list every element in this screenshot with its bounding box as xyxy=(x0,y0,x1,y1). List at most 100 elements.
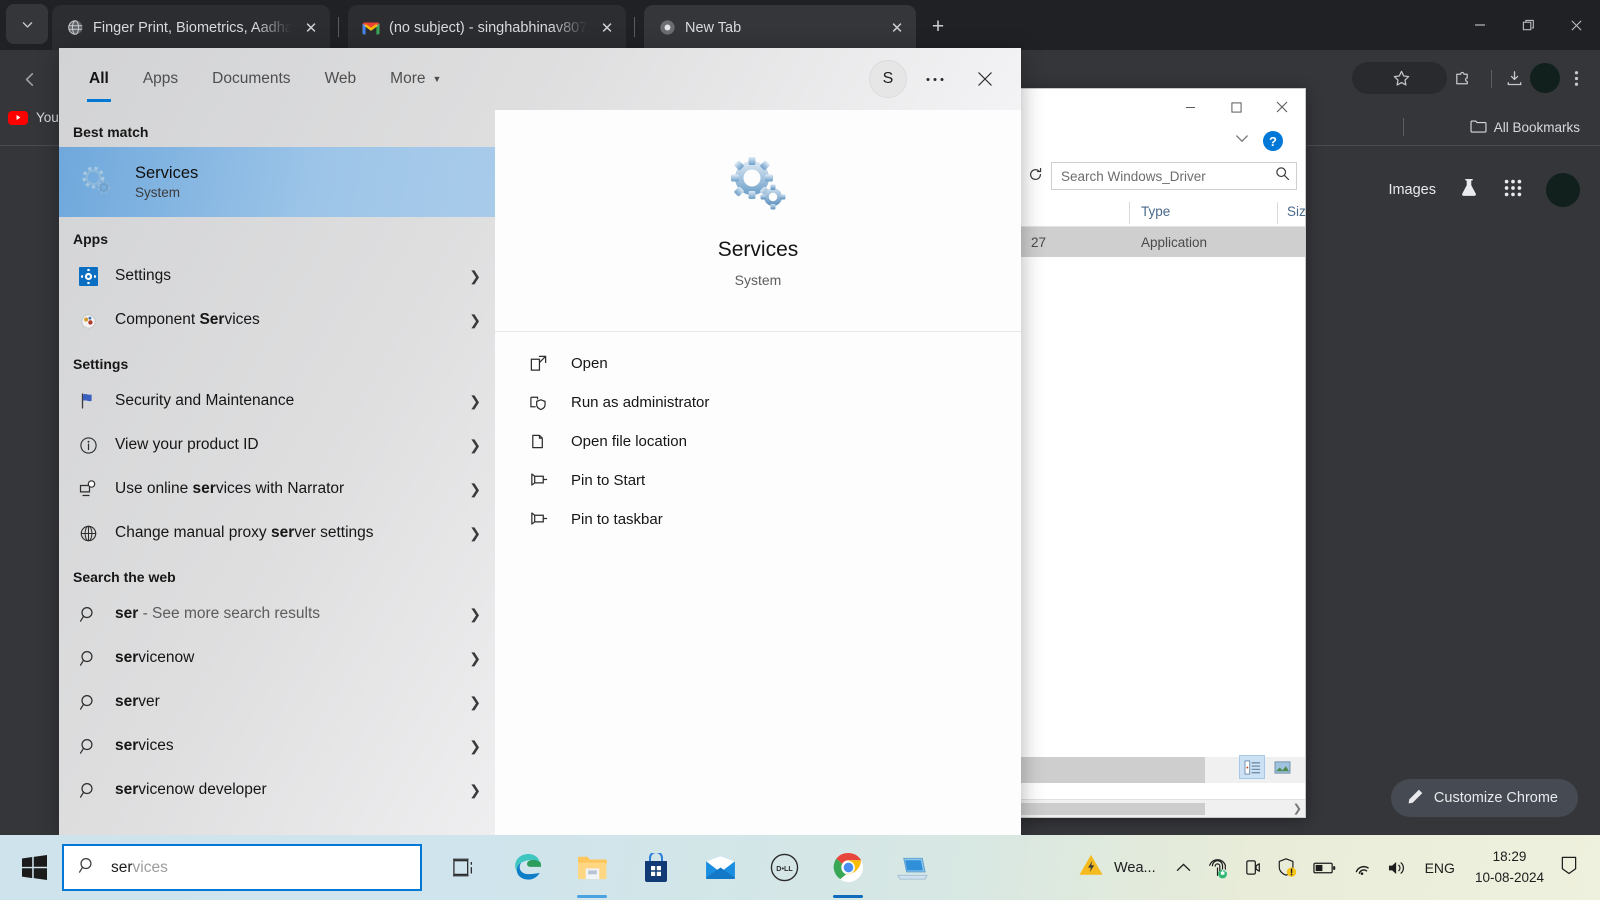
web-suggestion-2[interactable]: server ❯ xyxy=(59,680,495,724)
action-open[interactable]: Open xyxy=(495,344,1021,383)
chevron-right-icon[interactable]: ❯ xyxy=(469,481,481,498)
result-item-settings[interactable]: Settings ❯ xyxy=(59,254,495,298)
browser-tab-title: (no subject) - singhabhinav8074 xyxy=(389,19,587,36)
language-indicator[interactable]: ENG xyxy=(1415,860,1465,876)
browser-tab-2[interactable]: New Tab ✕ xyxy=(644,5,916,50)
profile-avatar[interactable] xyxy=(1530,63,1560,93)
scroll-right-arrow-icon[interactable]: ❯ xyxy=(1293,802,1302,815)
web-suggestion-0[interactable]: ser - See more search results ❯ xyxy=(59,592,495,636)
explorer-maximize-button[interactable] xyxy=(1213,89,1259,125)
battery-icon[interactable] xyxy=(1305,835,1344,900)
explorer-minimize-button[interactable] xyxy=(1167,89,1213,125)
close-icon[interactable] xyxy=(963,57,1007,101)
result-item-narrator-online-services[interactable]: Use online services with Narrator ❯ xyxy=(59,467,495,511)
ribbon-expand-chevron-icon[interactable] xyxy=(1235,133,1249,147)
chevron-right-icon[interactable]: ❯ xyxy=(469,738,481,755)
file-explorer-icon[interactable] xyxy=(560,835,624,900)
security-warning-icon[interactable] xyxy=(1269,835,1305,900)
dell-icon[interactable]: D•LL xyxy=(752,835,816,900)
tab-web[interactable]: Web xyxy=(309,48,373,110)
chevron-right-icon[interactable]: ❯ xyxy=(469,393,481,410)
task-view-icon[interactable] xyxy=(432,835,496,900)
google-apps-grid-icon[interactable] xyxy=(1502,177,1524,204)
chrome-icon[interactable] xyxy=(816,835,880,900)
chevron-right-icon[interactable]: ❯ xyxy=(469,650,481,667)
best-match-result[interactable]: Services System xyxy=(59,147,495,217)
avatar[interactable]: S xyxy=(869,60,907,98)
web-suggestion-4[interactable]: servicenow developer ❯ xyxy=(59,768,495,812)
chrome-restore-button[interactable] xyxy=(1504,0,1552,50)
tab-close-icon[interactable]: ✕ xyxy=(596,17,618,39)
tray-overflow-caret-icon[interactable] xyxy=(1168,835,1199,900)
chevron-right-icon[interactable]: ❯ xyxy=(469,694,481,711)
result-item-component-services[interactable]: Component Services ❯ xyxy=(59,298,495,342)
extensions-icon[interactable] xyxy=(1448,64,1476,92)
youtube-bookmark-item[interactable]: You xyxy=(8,110,59,125)
star-icon[interactable] xyxy=(1387,64,1415,92)
action-run-as-administrator[interactable]: Run as administrator xyxy=(495,383,1021,422)
taskbar-search-input[interactable]: services xyxy=(62,844,422,891)
wifi-icon[interactable] xyxy=(1344,835,1379,900)
result-label: services xyxy=(115,737,174,754)
pin-icon xyxy=(527,470,549,492)
edge-icon[interactable] xyxy=(496,835,560,900)
column-header-type[interactable]: Type xyxy=(1141,204,1170,219)
scrollbar-thumb[interactable] xyxy=(1021,803,1205,815)
all-bookmarks-item[interactable]: All Bookmarks xyxy=(1470,115,1580,139)
web-suggestion-1[interactable]: servicenow ❯ xyxy=(59,636,495,680)
mail-icon[interactable] xyxy=(688,835,752,900)
back-button-icon[interactable] xyxy=(14,64,44,94)
chrome-close-button[interactable] xyxy=(1552,0,1600,50)
customize-chrome-button[interactable]: Customize Chrome xyxy=(1390,779,1578,817)
three-dot-menu-icon[interactable] xyxy=(1562,64,1590,92)
chevron-right-icon[interactable]: ❯ xyxy=(469,268,481,285)
details-view-button[interactable] xyxy=(1239,755,1265,779)
explorer-horizontal-scrollbar[interactable]: ❯ xyxy=(1019,799,1305,817)
tab-close-icon[interactable]: ✕ xyxy=(886,17,908,39)
explorer-search-input[interactable]: Search Windows_Driver xyxy=(1051,162,1297,190)
tab-all[interactable]: All xyxy=(73,48,125,110)
new-tab-button[interactable]: + xyxy=(923,12,953,42)
explorer-close-button[interactable] xyxy=(1259,89,1305,125)
tab-search-chevron-icon[interactable] xyxy=(6,4,48,44)
refresh-icon[interactable] xyxy=(1019,167,1051,186)
web-suggestion-3[interactable]: services ❯ xyxy=(59,724,495,768)
action-pin-to-start[interactable]: Pin to Start xyxy=(495,461,1021,500)
browser-tab-1[interactable]: (no subject) - singhabhinav8074 ✕ xyxy=(348,5,626,50)
chevron-right-icon[interactable]: ❯ xyxy=(469,437,481,454)
fingerprint-icon[interactable] xyxy=(1199,835,1236,900)
download-icon[interactable] xyxy=(1500,64,1528,92)
chevron-right-icon[interactable]: ❯ xyxy=(469,782,481,799)
chrome-minimize-button[interactable] xyxy=(1456,0,1504,50)
weather-widget[interactable]: Wea... xyxy=(1070,853,1168,882)
tab-close-icon[interactable]: ✕ xyxy=(300,17,322,39)
ntp-profile-avatar[interactable] xyxy=(1546,173,1580,207)
device-icon[interactable] xyxy=(880,835,944,900)
tab-apps[interactable]: Apps xyxy=(127,48,194,110)
column-header-size[interactable]: Siz xyxy=(1287,204,1306,219)
microsoft-store-icon[interactable] xyxy=(624,835,688,900)
result-item-proxy-settings[interactable]: Change manual proxy server settings ❯ xyxy=(59,511,495,555)
browser-tab-0[interactable]: Finger Print, Biometrics, Aadhaa ✕ xyxy=(52,5,330,50)
explorer-file-row[interactable]: 27 Application xyxy=(1019,227,1305,257)
tab-more[interactable]: More ▼ xyxy=(374,48,457,110)
ntp-images-link[interactable]: Images xyxy=(1388,182,1436,198)
camera-icon[interactable] xyxy=(1236,835,1269,900)
chevron-right-icon[interactable]: ❯ xyxy=(469,606,481,623)
chevron-right-icon[interactable]: ❯ xyxy=(469,312,481,329)
large-icons-view-button[interactable] xyxy=(1269,755,1295,779)
more-options-icon[interactable] xyxy=(913,57,957,101)
result-item-security-maintenance[interactable]: Security and Maintenance ❯ xyxy=(59,379,495,423)
tab-documents[interactable]: Documents xyxy=(196,48,306,110)
result-item-view-product-id[interactable]: View your product ID ❯ xyxy=(59,423,495,467)
chevron-right-icon[interactable]: ❯ xyxy=(469,525,481,542)
action-pin-to-taskbar[interactable]: Pin to taskbar xyxy=(495,500,1021,539)
help-icon[interactable]: ? xyxy=(1263,131,1283,151)
action-open-file-location[interactable]: Open file location xyxy=(495,422,1021,461)
windows-start-icon[interactable] xyxy=(8,835,60,900)
volume-icon[interactable] xyxy=(1379,835,1415,900)
clock[interactable]: 18:29 10-08-2024 xyxy=(1465,847,1554,888)
notification-icon[interactable] xyxy=(1554,855,1590,880)
search-icon xyxy=(77,735,99,757)
labs-flask-icon[interactable] xyxy=(1458,177,1480,204)
